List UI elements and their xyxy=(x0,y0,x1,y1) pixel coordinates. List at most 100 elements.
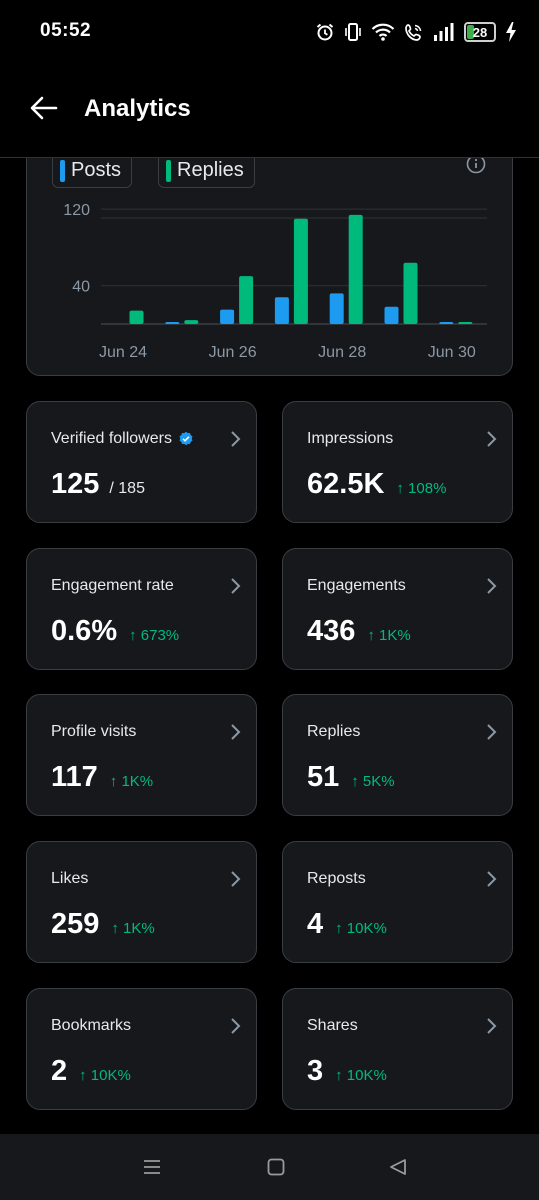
stat-label: Profile visits xyxy=(51,723,137,740)
chevron-right-icon xyxy=(487,431,497,447)
stat-value-row: 51 ↑ 5K% xyxy=(307,761,395,794)
bar-replies-jun-27 xyxy=(293,218,308,324)
status-icons: 28 xyxy=(315,18,517,46)
bar-posts-jun-27 xyxy=(274,297,289,324)
chevron-right-icon xyxy=(231,1018,241,1034)
stat-card-likes[interactable]: Likes 259 ↑ 1K% xyxy=(26,841,257,963)
stat-value: 259 xyxy=(51,908,100,940)
back-button[interactable] xyxy=(26,90,62,126)
battery-icon: 28 xyxy=(464,22,496,42)
stat-card-engagements[interactable]: Engagements 436 ↑ 1K% xyxy=(282,548,513,670)
stat-value: 51 xyxy=(307,761,340,793)
recent-apps-icon xyxy=(144,1160,160,1174)
vibrate-icon xyxy=(345,23,361,41)
x-tick-label: Jun 24 xyxy=(99,344,147,361)
stat-value-row: 125 / 185 xyxy=(51,468,145,501)
stat-card-replies[interactable]: Replies 51 ↑ 5K% xyxy=(282,694,513,816)
stat-change: ↑ 1K% xyxy=(111,920,155,937)
legend-replies-label: Replies xyxy=(177,159,244,181)
stat-label: Bookmarks xyxy=(51,1017,132,1034)
back-nav-button[interactable] xyxy=(383,1154,413,1180)
x-tick-label: Jun 26 xyxy=(209,344,257,361)
arrow-left-icon xyxy=(30,96,58,120)
stat-label: Likes xyxy=(51,870,89,887)
stat-value: 117 xyxy=(51,761,98,793)
bar-replies-jun-30 xyxy=(458,322,473,324)
wifi-call-icon xyxy=(405,24,422,41)
stat-card-engagement-rate[interactable]: Engagement rate 0.6% ↑ 673% xyxy=(26,548,257,670)
chevron-right-icon xyxy=(487,578,497,594)
bar-replies-jun-28 xyxy=(348,214,363,324)
stat-card-bookmarks[interactable]: Bookmarks 2 ↑ 10K% xyxy=(26,988,257,1110)
bar-replies-jun-24 xyxy=(129,310,144,324)
chevron-right-icon xyxy=(231,871,241,887)
stat-change: ↑ 10K% xyxy=(335,1067,387,1084)
status-time: 05:52 xyxy=(40,20,92,41)
stat-change: ↑ 673% xyxy=(129,627,180,644)
battery-level: 28 xyxy=(472,24,488,40)
bar-replies-jun-25 xyxy=(184,320,199,324)
stat-label: Reposts xyxy=(307,870,366,887)
stat-value: 3 xyxy=(307,1055,324,1087)
bar-posts-jun-26 xyxy=(220,309,235,324)
stat-label: Engagement rate xyxy=(51,577,174,594)
stat-label: Engagements xyxy=(307,577,406,594)
stat-value-row: 0.6% ↑ 673% xyxy=(51,615,179,648)
y-tick-label: 40 xyxy=(72,279,90,296)
stat-total: / 185 xyxy=(109,480,145,497)
stat-label: Shares xyxy=(307,1017,358,1034)
legend-replies[interactable]: Replies xyxy=(158,153,255,188)
signal-icon xyxy=(434,23,454,41)
y-tick-label: 120 xyxy=(63,202,90,219)
stat-change: ↑ 108% xyxy=(396,480,447,497)
chevron-right-icon xyxy=(231,431,241,447)
chevron-right-icon xyxy=(487,871,497,887)
x-tick-label: Jun 28 xyxy=(318,344,366,361)
stat-card-reposts[interactable]: Reposts 4 ↑ 10K% xyxy=(282,841,513,963)
stat-change: ↑ 10K% xyxy=(79,1067,131,1084)
bar-replies-jun-29 xyxy=(403,262,418,324)
stat-change: ↑ 10K% xyxy=(335,920,387,937)
page-title: Analytics xyxy=(84,95,191,122)
stat-change: ↑ 5K% xyxy=(351,773,395,790)
stat-value-row: 2 ↑ 10K% xyxy=(51,1055,131,1088)
recent-apps-button[interactable] xyxy=(137,1154,167,1180)
stat-card-shares[interactable]: Shares 3 ↑ 10K% xyxy=(282,988,513,1110)
stat-label: Replies xyxy=(307,723,361,740)
home-button[interactable] xyxy=(261,1154,291,1180)
status-bar: 05:52 28 xyxy=(0,0,539,62)
stat-value-row: 3 ↑ 10K% xyxy=(307,1055,387,1088)
stat-value: 436 xyxy=(307,615,356,647)
legend-posts-swatch xyxy=(60,159,65,182)
stat-card-profile-visits[interactable]: Profile visits 117 ↑ 1K% xyxy=(26,694,257,816)
chevron-right-icon xyxy=(231,578,241,594)
stat-value: 0.6% xyxy=(51,615,118,647)
stat-change: ↑ 1K% xyxy=(109,773,154,790)
bar-posts-jun-28 xyxy=(329,293,344,324)
stat-label-row: Verified followers xyxy=(51,430,194,448)
app-header: Analytics xyxy=(0,62,539,158)
bar-replies-jun-26 xyxy=(239,276,254,324)
system-nav-bar xyxy=(0,1134,539,1200)
stat-value-row: 62.5K ↑ 108% xyxy=(307,468,446,501)
stat-value-row: 4 ↑ 10K% xyxy=(307,908,387,941)
legend-replies-swatch xyxy=(166,159,171,182)
stat-value-row: 436 ↑ 1K% xyxy=(307,615,411,648)
alarm-icon xyxy=(316,23,334,41)
legend-posts-label: Posts xyxy=(71,159,122,181)
stat-value: 62.5K xyxy=(307,468,385,500)
activity-chart-card: 40 120 Jun 24 Jun 26 Jun 28 Jun 30 Posts Repl… xyxy=(26,120,513,376)
chevron-right-icon xyxy=(487,1018,497,1034)
bar-posts-jun-30 xyxy=(439,322,454,324)
verified-badge-icon xyxy=(179,431,193,446)
x-tick-label: Jun 30 xyxy=(428,344,476,361)
chevron-right-icon xyxy=(487,724,497,740)
back-icon xyxy=(390,1159,406,1175)
bar-posts-jun-25 xyxy=(165,322,180,324)
legend-posts[interactable]: Posts xyxy=(52,153,133,188)
wifi-icon xyxy=(371,23,395,41)
stat-label: Verified followers xyxy=(51,430,172,447)
stat-card-verified-followers[interactable]: Verified followers 125 / 185 xyxy=(26,401,257,523)
stat-card-impressions[interactable]: Impressions 62.5K ↑ 108% xyxy=(282,401,513,523)
stat-label: Impressions xyxy=(307,430,394,447)
